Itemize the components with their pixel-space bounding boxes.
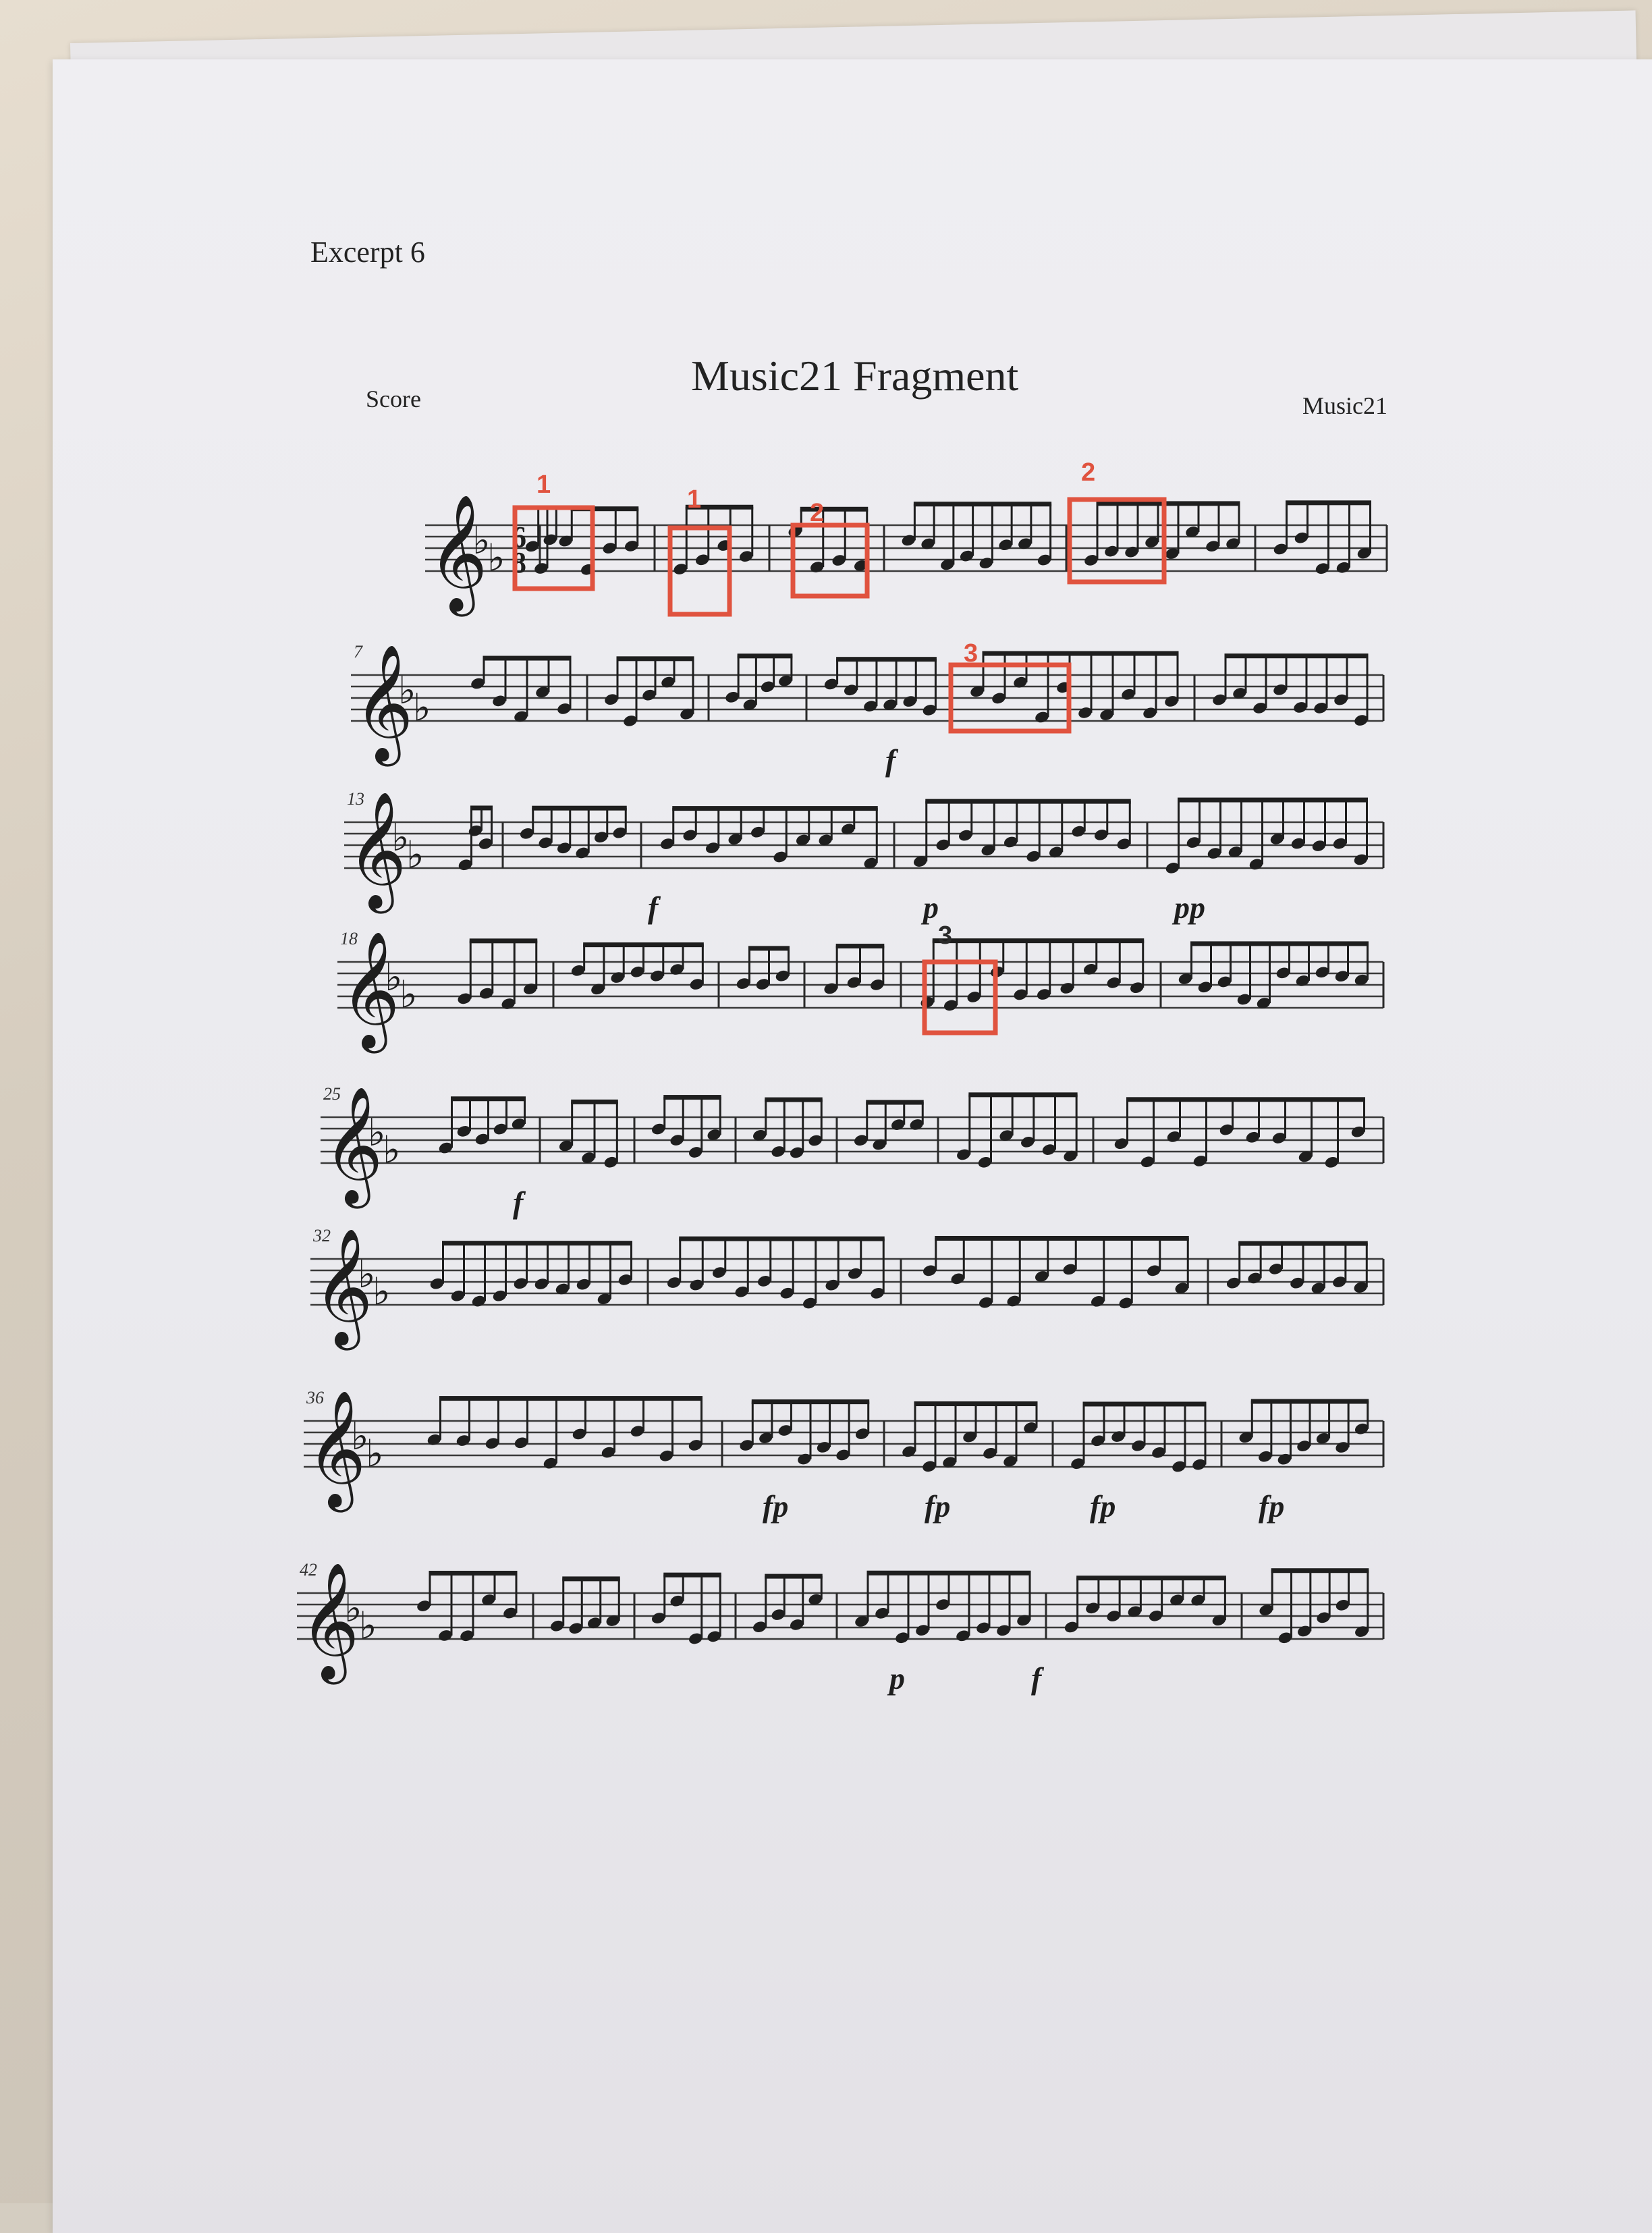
note-beam xyxy=(451,1096,526,1102)
note-beam xyxy=(1224,653,1369,659)
note-beam xyxy=(1082,1401,1207,1407)
note-beam xyxy=(866,1570,1031,1576)
note-beam xyxy=(469,938,538,944)
note-beam xyxy=(935,1235,1189,1241)
note-beam xyxy=(748,946,790,951)
staff-system: 𝄞♭♭36fp fp fp fp xyxy=(304,1388,1385,1524)
note-beam xyxy=(616,656,694,662)
key-flat: ♭ xyxy=(400,973,417,1017)
measure-number: 7 xyxy=(354,642,363,662)
note-beam xyxy=(672,806,878,811)
note-beam xyxy=(925,799,1131,804)
staff-system: 𝄞♭♭42p f xyxy=(297,1560,1385,1696)
measure-number: 25 xyxy=(323,1084,341,1104)
key-flat: ♭ xyxy=(359,1605,377,1648)
dynamic-marking: f xyxy=(1031,1661,1045,1696)
annotation-number: 2 xyxy=(1081,458,1095,487)
staff-systems: 𝄞♭♭ 68𝄞♭♭7f𝄞♭♭13f p pp𝄞♭♭18𝄞♭♭25f𝄞♭♭32𝄞♭♭36… xyxy=(297,494,1388,1696)
note-beam xyxy=(914,1401,1038,1407)
dynamic-marking: p xyxy=(887,1661,905,1696)
note-beam xyxy=(932,938,1145,944)
note-beam xyxy=(835,944,885,949)
note-beam xyxy=(663,1572,721,1578)
note-beam xyxy=(1271,1568,1369,1573)
note-beam xyxy=(1250,1399,1369,1404)
note-beam xyxy=(765,1097,823,1102)
measure-number: 13 xyxy=(347,789,364,809)
staff-system: 𝄞♭♭32 xyxy=(310,1226,1385,1351)
key-flat: ♭ xyxy=(487,537,505,581)
key-flat: ♭ xyxy=(413,687,431,730)
annotation-box xyxy=(790,522,870,599)
key-flat: ♭ xyxy=(373,1270,390,1314)
note-beam xyxy=(866,1100,924,1105)
dynamic-marking: f xyxy=(513,1185,526,1220)
staff-system: 𝄞♭♭7f xyxy=(351,642,1385,778)
note-beam xyxy=(429,1570,518,1576)
annotation-mark: 3 xyxy=(922,921,998,1035)
note-beam xyxy=(751,1399,870,1405)
dynamic-marking: f xyxy=(648,890,661,925)
note-beam xyxy=(765,1573,823,1579)
dynamic-marking: fp xyxy=(763,1489,788,1524)
key-flat: ♭ xyxy=(366,1432,383,1476)
note-beam xyxy=(836,657,937,662)
note-beam xyxy=(1076,1576,1226,1581)
dynamic-marking: p xyxy=(920,890,939,925)
dynamic-marking: fp xyxy=(1259,1489,1284,1524)
music-notation: 𝄞♭♭ 68𝄞♭♭7f𝄞♭♭13f p pp𝄞♭♭18𝄞♭♭25f𝄞♭♭32𝄞♭♭36… xyxy=(297,458,1388,1696)
annotation-number: 2 xyxy=(810,499,824,527)
key-flat: ♭ xyxy=(383,1129,400,1173)
staff-system: 𝄞♭♭13f p pp xyxy=(344,789,1385,925)
measure-number: 18 xyxy=(340,929,358,948)
note-beam xyxy=(583,942,704,948)
measure-number: 32 xyxy=(312,1226,331,1245)
note-beam xyxy=(562,1576,620,1582)
note-beam xyxy=(571,1099,618,1104)
staff-system: 𝄞♭♭ 68 xyxy=(425,494,1388,617)
note-beam xyxy=(439,1396,703,1401)
note-beam xyxy=(913,502,1052,507)
note-beam xyxy=(483,655,572,661)
note-beam xyxy=(663,1095,721,1100)
note-beam xyxy=(442,1241,632,1246)
dynamic-marking: f xyxy=(885,743,899,778)
note-beam xyxy=(982,651,1179,656)
note-beam xyxy=(470,805,493,811)
dynamic-marking: fp xyxy=(925,1489,950,1524)
annotation-number: 3 xyxy=(938,921,952,950)
note-beam xyxy=(1238,1241,1368,1246)
measure-number: 36 xyxy=(306,1388,324,1407)
annotation-number: 1 xyxy=(536,470,551,499)
note-beam xyxy=(737,653,793,659)
note-beam xyxy=(679,1236,885,1241)
note-beam xyxy=(1190,941,1369,946)
staff-system: 𝄞♭♭25f xyxy=(321,1084,1385,1220)
staff-system: 𝄞♭♭18 xyxy=(337,929,1385,1054)
annotation-number: 1 xyxy=(687,485,701,514)
note-beam xyxy=(1286,500,1371,506)
dynamic-marking: fp xyxy=(1090,1489,1116,1524)
key-flat: ♭ xyxy=(406,834,424,878)
measure-number: 42 xyxy=(300,1560,317,1580)
dynamic-marking: pp xyxy=(1172,890,1205,925)
note-beam xyxy=(532,805,627,811)
note-beam xyxy=(1178,797,1368,803)
note-beam xyxy=(1126,1097,1365,1102)
annotation-box xyxy=(922,959,998,1035)
annotation-number: 3 xyxy=(964,639,978,668)
note-beam xyxy=(968,1092,1078,1098)
